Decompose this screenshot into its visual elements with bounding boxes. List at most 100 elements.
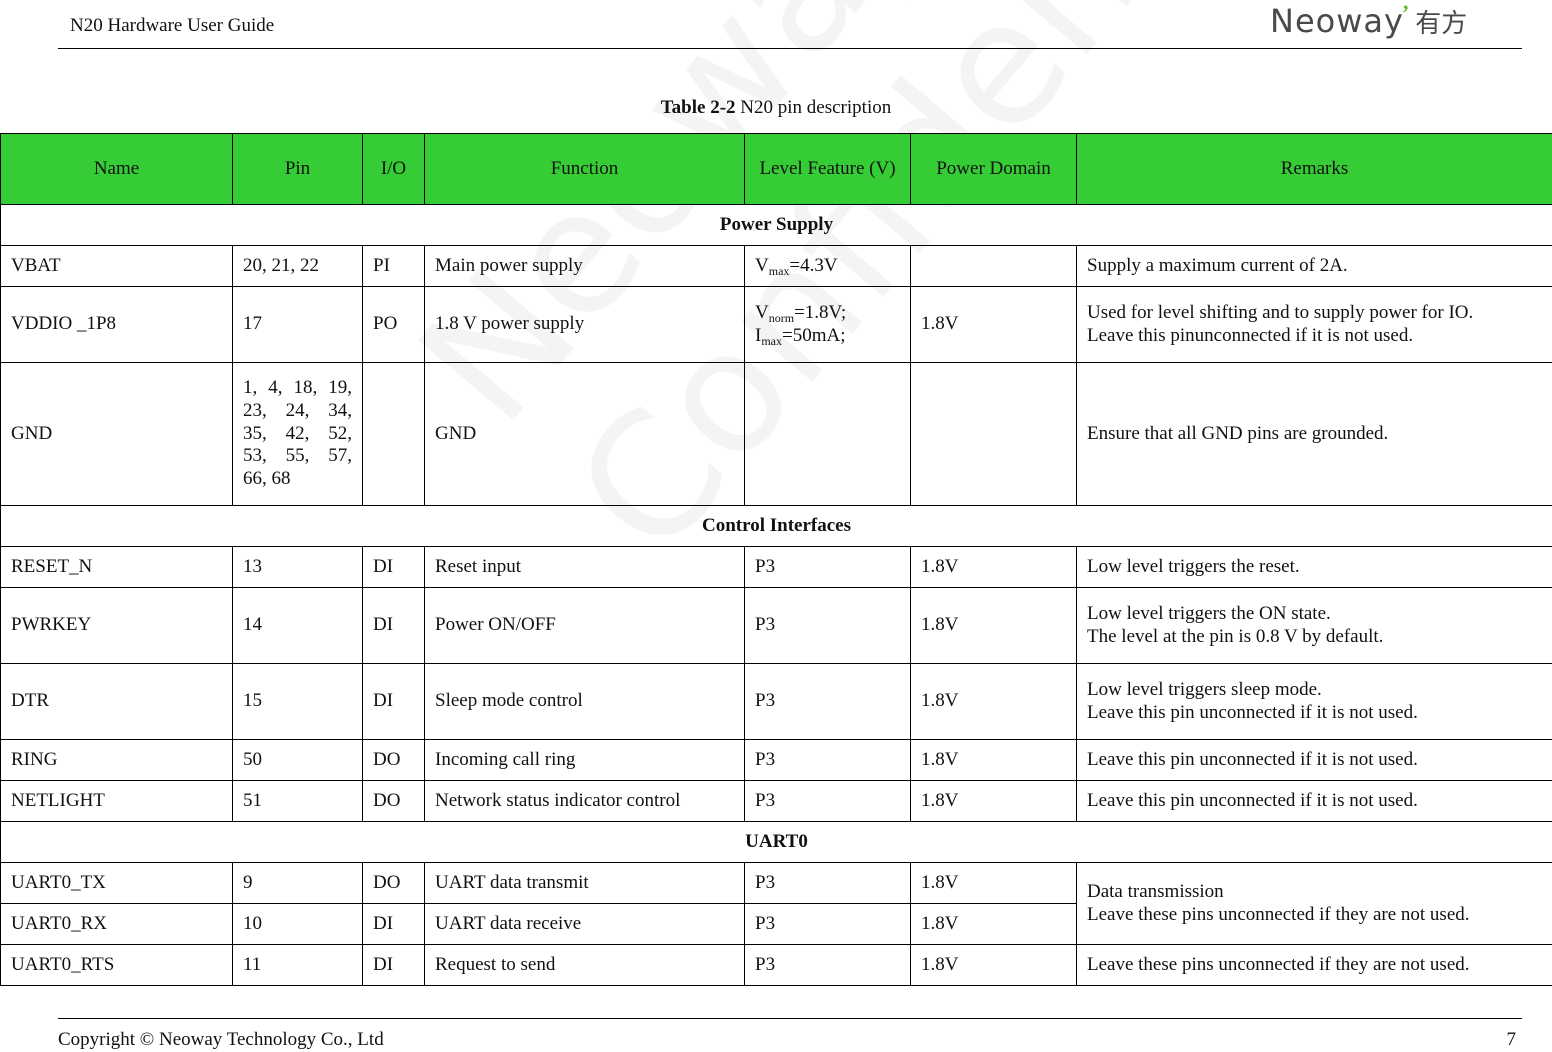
table-caption: Table 2-2 N20 pin description (0, 97, 1552, 119)
footer-divider (58, 1018, 1522, 1019)
cell-pin: 17 (232, 286, 363, 363)
cell-name: RING (0, 739, 233, 781)
level-value: =4.3V (789, 254, 838, 276)
cell-io: DI (362, 903, 425, 945)
remark-line: Supply a maximum current of 2A. (1087, 254, 1348, 276)
cell-power-domain (910, 245, 1077, 287)
cell-power-domain: 1.8V (910, 780, 1077, 822)
cell-level-feature: P3 (744, 944, 911, 986)
cell-level-feature: P3 (744, 663, 911, 740)
level-line: Vmax=4.3V (755, 255, 900, 278)
remark-line: Leave this pin unconnected if it is not … (1087, 701, 1418, 723)
cell-pin: 50 (232, 739, 363, 781)
column-header-io: I/O (362, 133, 425, 205)
cell-power-domain: 1.8V (910, 739, 1077, 781)
remark-line: Low level triggers the ON state. (1087, 602, 1331, 624)
remark-line: Leave this pin unconnected if it is not … (1087, 789, 1418, 811)
table-caption-text: N20 pin description (735, 97, 892, 118)
cell-io: DO (362, 739, 425, 781)
cell-function: 1.8 V power supply (424, 286, 745, 363)
table-row: GND 1, 4, 18, 19, 23, 24, 34, 35, 42, 52,… (0, 362, 1552, 506)
remark-line: Leave this pin unconnected if it is not … (1087, 748, 1418, 770)
cell-pin: 1, 4, 18, 19, 23, 24, 34, 35, 42, 52, 53… (232, 362, 363, 506)
cell-level-feature: Vnorm=1.8V; Imax=50mA; (744, 286, 911, 363)
section-title: UART0 (0, 821, 1552, 863)
cell-io: DO (362, 780, 425, 822)
page-header: N20 Hardware User Guide Neoway ’ 有方 (0, 0, 1552, 52)
page-number: 7 (1506, 1029, 1517, 1050)
cell-function: Reset input (424, 546, 745, 588)
cell-function: UART data receive (424, 903, 745, 945)
cell-remarks: Supply a maximum current of 2A. (1076, 245, 1552, 287)
table-row: RESET_N 13 DI Reset input P3 1.8V Low level tr… (0, 546, 1552, 588)
cell-level-feature: P3 (744, 546, 911, 588)
level-subscript: max (768, 263, 790, 278)
cell-pin: 9 (232, 862, 363, 904)
cell-name: DTR (0, 663, 233, 740)
cell-level-feature: P3 (744, 780, 911, 822)
cell-level-feature: P3 (744, 903, 911, 945)
level-line: Vnorm=1.8V; (755, 302, 900, 325)
table-row: DTR 15 DI Sleep mode control P3 1.8V Low level… (0, 663, 1552, 740)
cell-remarks: Leave this pin unconnected if it is not … (1076, 739, 1552, 781)
cell-name: NETLIGHT (0, 780, 233, 822)
level-subscript: norm (768, 310, 795, 325)
cell-pin: 15 (232, 663, 363, 740)
level-symbol: V (755, 254, 769, 276)
table-caption-label: Table 2-2 (660, 97, 736, 118)
cell-function: Power ON/OFF (424, 587, 745, 664)
cell-level-feature: P3 (744, 862, 911, 904)
cell-remarks: Data transmission Leave these pins unconn… (1076, 862, 1552, 945)
cell-io: PO (362, 286, 425, 363)
document-title: N20 Hardware User Guide (70, 15, 275, 36)
cell-remarks: Low level triggers the ON state. The leve… (1076, 587, 1552, 664)
remark-line: Ensure that all GND pins are grounded. (1087, 422, 1389, 444)
column-header-function: Function (424, 133, 745, 205)
remark-line: Leave these pins unconnected if they are… (1087, 903, 1470, 925)
remark-line: Used for level shifting and to supply po… (1087, 301, 1474, 323)
cell-level-feature: Vmax=4.3V (744, 245, 911, 287)
section-row: Control Interfaces (0, 505, 1552, 547)
cell-remarks: Used for level shifting and to supply po… (1076, 286, 1552, 363)
cell-name: GND (0, 362, 233, 506)
cell-name: RESET_N (0, 546, 233, 588)
section-row: UART0 (0, 821, 1552, 863)
cell-level-feature (744, 362, 911, 506)
cell-pin: 10 (232, 903, 363, 945)
remark-line: Low level triggers the reset. (1087, 555, 1300, 577)
cell-pin: 11 (232, 944, 363, 986)
column-header-pin: Pin (232, 133, 363, 205)
table-row: VBAT 20, 21, 22 PI Main power supply Vmax=4.… (0, 245, 1552, 287)
cell-name: UART0_RTS (0, 944, 233, 986)
cell-power-domain: 1.8V (910, 944, 1077, 986)
cell-io: DI (362, 944, 425, 986)
cell-function: UART data transmit (424, 862, 745, 904)
section-row: Power Supply (0, 204, 1552, 246)
cell-pin: 51 (232, 780, 363, 822)
section-title: Control Interfaces (0, 505, 1552, 547)
cell-pin: 13 (232, 546, 363, 588)
cell-remarks: Leave these pins unconnected if they are… (1076, 944, 1552, 986)
cell-function: Main power supply (424, 245, 745, 287)
remark-line: The level at the pin is 0.8 V by default… (1087, 625, 1384, 647)
cell-io (362, 362, 425, 506)
table-row: NETLIGHT 51 DO Network status indicator con… (0, 780, 1552, 822)
cell-function: Request to send (424, 944, 745, 986)
cell-io: DI (362, 663, 425, 740)
header-divider (58, 48, 1522, 49)
cell-pin: 14 (232, 587, 363, 664)
cell-name: UART0_TX (0, 862, 233, 904)
level-value: =1.8V; (794, 301, 847, 323)
column-header-name: Name (0, 133, 233, 205)
column-header-level-feature: Level Feature (V) (744, 133, 911, 205)
remark-line: Leave these pins unconnected if they are… (1087, 953, 1470, 975)
cell-io: PI (362, 245, 425, 287)
cell-pin: 20, 21, 22 (232, 245, 363, 287)
cell-power-domain: 1.8V (910, 286, 1077, 363)
cell-level-feature: P3 (744, 587, 911, 664)
neoway-logo: Neoway ’ 有方 (1270, 0, 1467, 41)
cell-power-domain: 1.8V (910, 663, 1077, 740)
copyright-notice: Copyright © Neoway Technology Co., Ltd (58, 1029, 384, 1050)
cell-function: Incoming call ring (424, 739, 745, 781)
remark-line: Data transmission (1087, 880, 1224, 902)
